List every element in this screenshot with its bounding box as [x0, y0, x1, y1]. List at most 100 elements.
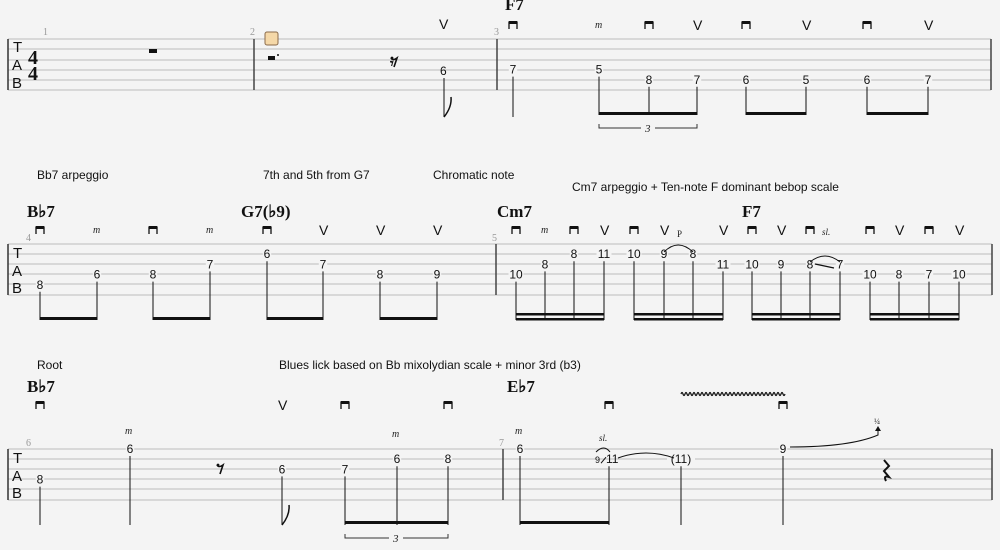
staff-row-3: Root Blues lick based on Bb mixolydian s…	[7, 358, 993, 545]
fret-number: 10	[952, 268, 966, 282]
upstroke-icon: V	[719, 222, 729, 238]
fret-number: 9	[780, 442, 787, 456]
staff-lines	[8, 448, 992, 501]
downstroke-icon-bar	[806, 226, 814, 229]
dotted-half-rest	[268, 56, 275, 60]
downstroke-icon-bar	[925, 226, 933, 229]
fret-number: 10	[745, 257, 759, 271]
measure-number: 3	[494, 27, 499, 38]
tuplet-number: 3	[392, 533, 399, 545]
tab-letter-b: B	[12, 485, 22, 502]
fret-number: 8	[542, 257, 549, 271]
upstroke-icon: V	[600, 222, 610, 238]
finger-m-label: m	[125, 426, 132, 437]
beam	[752, 313, 840, 316]
grace-fret-number: 9	[595, 455, 600, 465]
fret-number: 6	[743, 73, 750, 87]
fret-number: 6	[127, 442, 134, 456]
downstroke-icon-bar	[570, 226, 578, 229]
bend-arrow	[789, 430, 879, 448]
fret-number: 6	[279, 462, 286, 476]
fret-number: 11	[606, 452, 619, 466]
downstroke-icon-bar	[444, 401, 452, 404]
note-flag	[281, 504, 290, 526]
note-flag	[443, 96, 452, 118]
chord-symbol: B♭7	[27, 202, 55, 221]
section-marker[interactable]	[264, 31, 279, 46]
eighth-rest-dot	[390, 56, 394, 60]
downstroke-icon-bar	[36, 401, 44, 404]
fret-number: 11	[598, 247, 611, 261]
upstroke-icon: V	[955, 222, 965, 238]
fret-number: 8	[896, 268, 903, 282]
slide-label: sl.	[599, 433, 607, 443]
upstroke-icon: V	[802, 17, 812, 33]
fret-number: 10	[627, 247, 641, 261]
fret-number: 5	[596, 63, 603, 77]
fret-number: 10	[509, 268, 523, 282]
fret-number: 7	[207, 257, 214, 271]
fret-number: 9	[778, 257, 785, 271]
beam	[380, 317, 437, 320]
eighth-rest-dot	[216, 463, 220, 467]
downstroke-icon-bar	[263, 226, 271, 229]
finger-m-label: m	[392, 429, 399, 440]
beam	[867, 112, 928, 115]
downstroke-icon-bar	[863, 21, 871, 24]
tab-letter-a: A	[12, 263, 22, 280]
beam	[345, 521, 448, 524]
tie-arc	[617, 452, 675, 459]
tab-letter-t: T	[13, 450, 22, 467]
beam	[752, 318, 840, 321]
beam	[634, 313, 723, 316]
chord-symbol: F7	[505, 0, 524, 14]
fret-number: 11	[717, 257, 730, 271]
downstroke-icon-bar	[149, 226, 157, 229]
fret-number: 6	[440, 64, 447, 78]
fret-number: 8	[37, 278, 44, 292]
tab-letter-t: T	[13, 39, 22, 56]
fret-number: 9	[434, 268, 441, 282]
fret-number: 7	[510, 63, 517, 77]
beam	[153, 317, 210, 320]
beam	[516, 318, 604, 321]
upstroke-icon: V	[439, 16, 449, 32]
tab-letter-a: A	[12, 468, 22, 485]
beam	[520, 521, 609, 524]
fret-number: 7	[342, 462, 349, 476]
fret-number: 6	[517, 442, 524, 456]
downstroke-icon-bar	[512, 226, 520, 229]
tab-score: T A B 4 4 1 2 3 𝄾 6 V F7 7 5m8 7V6 5V6 7V3 B…	[7, 0, 993, 545]
fret-number: 7	[694, 73, 701, 87]
finger-m-label: m	[515, 426, 522, 437]
upstroke-icon: V	[924, 17, 934, 33]
staff-row-1: T A B 4 4 1 2 3 𝄾 6 V F7 7 5m8 7V6 5V6 7V3	[7, 0, 992, 135]
chord-symbol: G7(♭9)	[241, 202, 291, 221]
annotation-text: Root	[37, 358, 63, 372]
chord-symbol: F7	[742, 202, 761, 221]
finger-m-label: m	[93, 225, 100, 236]
slide-label: sl.	[822, 227, 830, 237]
fret-number: 8	[37, 473, 44, 487]
slide-arc	[809, 255, 841, 263]
pull-off-label: P	[677, 229, 682, 239]
chord-symbol: B♭7	[27, 377, 55, 396]
beam	[870, 313, 959, 316]
upstroke-icon: V	[777, 222, 787, 238]
fret-number: 8	[445, 452, 452, 466]
downstroke-icon-bar	[748, 226, 756, 229]
fret-number: 5	[803, 73, 810, 87]
measure-number: 4	[26, 233, 31, 244]
fret-number: 6	[94, 268, 101, 282]
upstroke-icon: V	[433, 222, 443, 238]
upstroke-icon: V	[660, 222, 670, 238]
fret-number: 7	[926, 268, 933, 282]
measure-number: 7	[499, 438, 504, 449]
upstroke-icon: V	[278, 397, 288, 413]
beam	[516, 313, 604, 316]
finger-m-label: m	[541, 225, 548, 236]
upstroke-icon: V	[895, 222, 905, 238]
quarter-rest-icon	[882, 459, 893, 482]
beam	[634, 318, 723, 321]
annotation-text: Blues lick based on Bb mixolydian scale …	[279, 358, 581, 372]
